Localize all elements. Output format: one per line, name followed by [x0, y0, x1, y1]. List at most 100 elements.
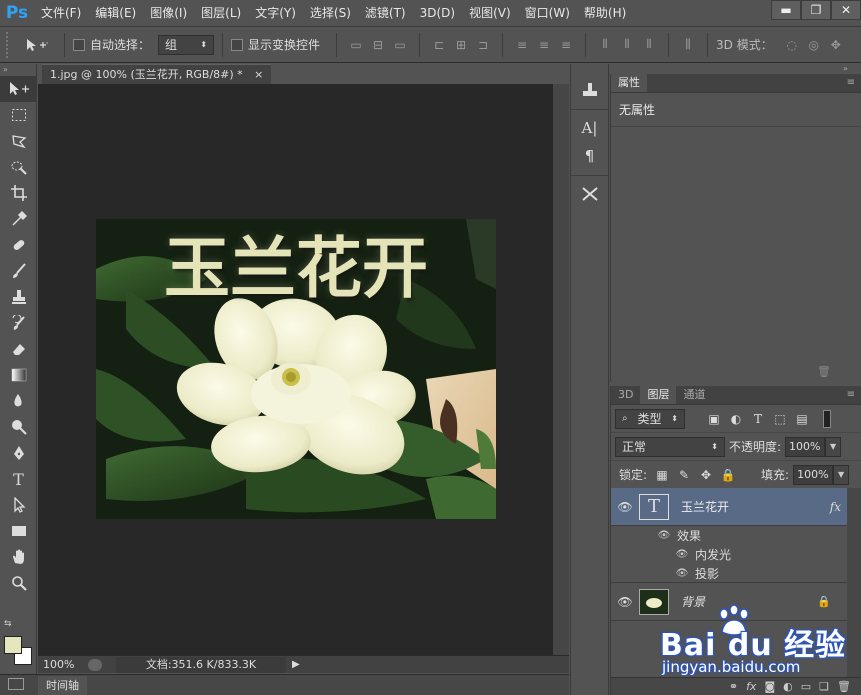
menu-layer[interactable]: 图层(L): [194, 0, 248, 27]
eraser-tool-icon[interactable]: [0, 336, 37, 362]
filter-type-icon[interactable]: T: [747, 412, 769, 426]
panel-menu-icon[interactable]: ≡: [847, 389, 855, 400]
align-bottom-icon[interactable]: ▭: [389, 35, 411, 55]
trash-icon[interactable]: 🗑: [817, 365, 831, 378]
menu-window[interactable]: 窗口(W): [518, 0, 577, 27]
opacity-input[interactable]: 100%: [785, 436, 826, 457]
paragraph-panel-icon[interactable]: ¶: [571, 142, 608, 170]
menu-help[interactable]: 帮助(H): [577, 0, 633, 27]
minimize-button[interactable]: ▬: [771, 0, 801, 20]
eyedropper-tool-icon[interactable]: [0, 206, 37, 232]
auto-align-icon[interactable]: ⫼: [677, 35, 699, 55]
history-brush-tool-icon[interactable]: [0, 310, 37, 336]
options-grip[interactable]: [6, 31, 12, 58]
menu-3d[interactable]: 3D(D): [413, 0, 462, 27]
layer-fx-icon[interactable]: fx: [830, 500, 841, 514]
tab-properties[interactable]: 属性: [611, 74, 647, 92]
distribute-hcenter-icon[interactable]: ⫴: [616, 35, 638, 55]
dodge-tool-icon[interactable]: [0, 414, 37, 440]
align-vcenter-icon[interactable]: ⊟: [367, 35, 389, 55]
fill-dropdown-icon[interactable]: ▼: [833, 464, 850, 485]
tab-channels[interactable]: 通道: [676, 386, 712, 404]
clone-stamp-tool-icon[interactable]: [0, 284, 37, 310]
tool-presets-panel-icon[interactable]: [571, 180, 608, 208]
zoom-level[interactable]: 100%: [38, 658, 88, 671]
maximize-button[interactable]: ❐: [801, 0, 831, 20]
blur-tool-icon[interactable]: [0, 388, 37, 414]
distribute-bottom-icon[interactable]: ≡: [555, 35, 577, 55]
visibility-eye-icon[interactable]: 👁: [657, 530, 671, 541]
menu-view[interactable]: 视图(V): [462, 0, 518, 27]
gradient-tool-icon[interactable]: [0, 362, 37, 388]
3d-roll-icon[interactable]: ◎: [803, 35, 825, 55]
close-button[interactable]: ✕: [831, 0, 861, 20]
tab-layers[interactable]: 图层: [640, 386, 677, 404]
align-right-icon[interactable]: ⊐: [472, 35, 494, 55]
visibility-eye-icon[interactable]: 👁: [675, 549, 689, 560]
swap-colors-icon[interactable]: ⇆: [4, 619, 12, 629]
menu-select[interactable]: 选择(S): [303, 0, 358, 27]
quick-select-tool-icon[interactable]: [0, 154, 37, 180]
show-transform-checkbox[interactable]: [231, 38, 244, 51]
lock-image-icon[interactable]: ✎: [673, 468, 695, 482]
menu-filter[interactable]: 滤镜(T): [358, 0, 413, 27]
align-top-icon[interactable]: ▭: [345, 35, 367, 55]
align-hcenter-icon[interactable]: ⊞: [450, 35, 472, 55]
menu-file[interactable]: 文件(F): [34, 0, 88, 27]
type-tool-icon[interactable]: T: [0, 466, 37, 492]
brush-tool-icon[interactable]: [0, 258, 37, 284]
visibility-eye-icon[interactable]: 👁: [675, 568, 689, 579]
effect-row-drop-shadow[interactable]: 👁 投影: [611, 564, 861, 583]
blend-mode-dropdown[interactable]: 正常 ⬍: [615, 436, 725, 457]
hand-tool-icon[interactable]: [0, 544, 37, 570]
distribute-top-icon[interactable]: ≡: [511, 35, 533, 55]
lasso-tool-icon[interactable]: [0, 128, 37, 154]
canvas-vertical-scrollbar[interactable]: [553, 84, 569, 655]
filter-toggle-icon[interactable]: [823, 409, 831, 428]
crop-tool-icon[interactable]: [0, 180, 37, 206]
collapse-icon[interactable]: »: [843, 64, 848, 73]
foreground-color-swatch[interactable]: [4, 636, 22, 654]
tab-3d[interactable]: 3D: [611, 386, 640, 404]
3d-pan-icon[interactable]: ✥: [825, 35, 847, 55]
filter-smart-object-icon[interactable]: ▤: [791, 412, 813, 426]
3d-rotate-icon[interactable]: ◌: [781, 35, 803, 55]
visibility-eye-icon[interactable]: 👁: [611, 500, 639, 514]
history-panel-icon[interactable]: [571, 76, 608, 104]
align-left-icon[interactable]: ⊏: [428, 35, 450, 55]
pen-tool-icon[interactable]: [0, 440, 37, 466]
rectangle-tool-icon[interactable]: [0, 518, 37, 544]
effects-group-row[interactable]: 👁 效果: [611, 526, 861, 545]
lock-transparent-icon[interactable]: ▦: [651, 468, 673, 482]
effect-row-inner-glow[interactable]: 👁 内发光: [611, 545, 861, 564]
status-menu-arrow-icon[interactable]: ▶: [292, 659, 300, 670]
fill-input[interactable]: 100%: [793, 464, 834, 485]
status-info-icon[interactable]: [88, 658, 102, 671]
filter-adjustment-icon[interactable]: ◐: [725, 412, 747, 426]
auto-select-dropdown[interactable]: 组 ⬍: [158, 34, 215, 55]
zoom-tool-icon[interactable]: [0, 570, 37, 596]
menu-edit[interactable]: 编辑(E): [88, 0, 143, 27]
distribute-right-icon[interactable]: ⫴: [638, 35, 660, 55]
timeline-toggle-icon[interactable]: [8, 678, 24, 690]
filter-shape-icon[interactable]: ⬚: [769, 412, 791, 426]
lock-all-icon[interactable]: 🔒: [717, 468, 739, 482]
document-image[interactable]: 玉兰花开: [96, 219, 496, 519]
distribute-vcenter-icon[interactable]: ≡: [533, 35, 555, 55]
menu-image[interactable]: 图像(I): [143, 0, 194, 27]
lock-position-icon[interactable]: ✥: [695, 468, 717, 482]
character-panel-icon[interactable]: A|: [571, 114, 608, 142]
layer-row-text[interactable]: 👁 T 玉兰花开 fx: [611, 488, 861, 526]
filter-pixel-icon[interactable]: ▣: [703, 412, 725, 426]
toolbar-collapse-icon[interactable]: »: [0, 64, 36, 76]
opacity-dropdown-icon[interactable]: ▼: [825, 436, 842, 457]
move-tool-preset-icon[interactable]: [18, 33, 56, 57]
layer-filter-dropdown[interactable]: ⌕ 类型 ⬍: [615, 408, 685, 429]
healing-brush-tool-icon[interactable]: [0, 232, 37, 258]
timeline-tab[interactable]: 时间轴: [38, 675, 87, 695]
auto-select-checkbox[interactable]: [73, 38, 85, 51]
path-selection-tool-icon[interactable]: [0, 492, 37, 518]
move-tool-icon[interactable]: [0, 76, 37, 102]
distribute-left-icon[interactable]: ⫴: [594, 35, 616, 55]
panel-menu-icon[interactable]: ≡: [847, 77, 855, 88]
